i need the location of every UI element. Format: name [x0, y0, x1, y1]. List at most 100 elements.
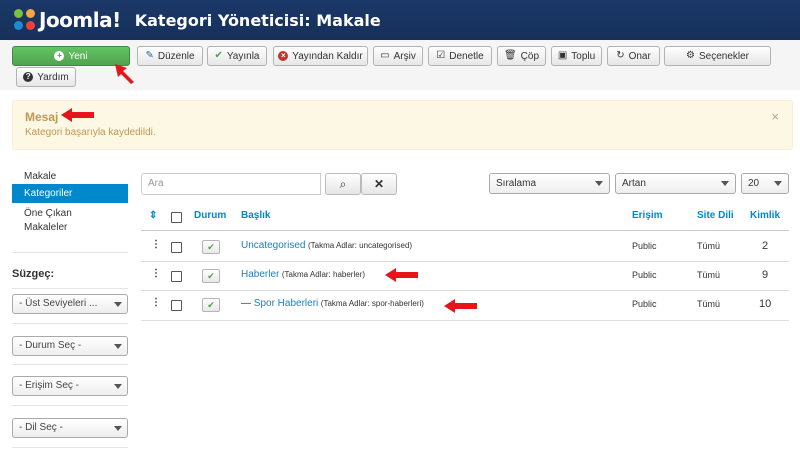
- sidebar-divider: [12, 252, 128, 253]
- category-title-link[interactable]: Haberler: [241, 269, 279, 280]
- checkbox-icon: ☑: [436, 50, 446, 61]
- search-button[interactable]: ⌕: [325, 173, 361, 195]
- help-icon: ?: [23, 72, 34, 82]
- filter-status-label: - Durum Seç -: [19, 340, 82, 351]
- row-checkbox[interactable]: [171, 271, 182, 282]
- table-row-title: Haberler (Takma Adlar: haberler): [241, 269, 365, 280]
- sort-select[interactable]: Sıralama: [489, 173, 610, 194]
- success-message: Mesaj Kategori başarıyla kaydedildi. ×: [12, 100, 793, 150]
- limit-select[interactable]: 20: [741, 173, 789, 194]
- level-indent: —: [241, 298, 254, 309]
- annotation-arrow-message: [61, 108, 94, 122]
- close-icon: ✕: [373, 177, 385, 191]
- archive-icon: ▭: [380, 50, 390, 61]
- column-id[interactable]: Kimlik: [750, 210, 780, 221]
- publish-button[interactable]: ✔ Yayınla: [207, 46, 267, 66]
- row-access: Public: [632, 270, 657, 280]
- plus-icon: +: [54, 51, 65, 61]
- close-icon[interactable]: ×: [771, 109, 779, 124]
- row-checkbox[interactable]: [171, 242, 182, 253]
- batch-button-label: Toplu: [571, 50, 596, 62]
- chevron-down-icon: [114, 426, 122, 431]
- filter-status-select[interactable]: - Durum Seç -: [12, 336, 128, 356]
- published-status-button[interactable]: ✔: [202, 269, 220, 283]
- filter-title: Süzgeç:: [12, 268, 55, 280]
- check-icon: ✔: [214, 50, 223, 61]
- column-title[interactable]: Başlık: [241, 210, 270, 221]
- batch-icon: ▣: [557, 50, 568, 61]
- category-alias: (Takma Adlar: uncategorised): [308, 241, 413, 250]
- row-language: Tümü: [697, 270, 721, 280]
- row-divider: [141, 261, 789, 262]
- column-language[interactable]: Site Dili: [697, 210, 734, 221]
- table-row-title: — Spor Haberleri (Takma Adlar: spor-habe…: [241, 298, 424, 309]
- sidebar-divider: [12, 447, 128, 448]
- published-status-button[interactable]: ✔: [202, 240, 220, 254]
- help-button[interactable]: ? Yardım: [16, 67, 76, 87]
- category-title-link[interactable]: Uncategorised: [241, 240, 305, 251]
- select-all-checkbox[interactable]: [171, 212, 182, 223]
- column-access[interactable]: Erişim: [632, 210, 663, 221]
- joomla-logo-icon: [14, 9, 36, 31]
- filter-language-select[interactable]: - Dil Seç -: [12, 418, 128, 438]
- trash-button[interactable]: 🗑 Çöp: [497, 46, 546, 66]
- archive-button[interactable]: ▭ Arşiv: [373, 46, 423, 66]
- chevron-down-icon: [114, 302, 122, 307]
- header-bar: Joomla! Kategori Yöneticisi: Makale: [0, 0, 800, 40]
- archive-button-label: Arşiv: [393, 50, 416, 62]
- filter-language-label: - Dil Seç -: [19, 422, 63, 433]
- checkin-button-label: Denetle: [449, 50, 484, 62]
- rebuild-button[interactable]: ↻ Onar: [607, 46, 660, 66]
- published-status-button[interactable]: ✔: [202, 298, 220, 312]
- row-divider: [141, 320, 789, 321]
- publish-button-label: Yayınla: [226, 50, 260, 62]
- sidebar-item-categories[interactable]: Kategoriler: [12, 184, 128, 203]
- sort-select-label: Sıralama: [496, 178, 537, 189]
- annotation-arrow-haberler: [385, 268, 418, 282]
- drag-handle-icon[interactable]: ⋮: [151, 239, 161, 250]
- drag-handle-icon[interactable]: ⋮: [151, 297, 161, 308]
- new-button-label: Yeni: [68, 50, 88, 62]
- joomla-logo[interactable]: Joomla!: [14, 0, 121, 40]
- sidebar-item-articles[interactable]: Makale: [12, 170, 128, 184]
- sidebar-divider: [12, 323, 128, 324]
- category-alias: (Takma Adlar: haberler): [281, 270, 366, 279]
- direction-select[interactable]: Artan: [615, 173, 736, 194]
- refresh-icon: ↻: [616, 50, 625, 61]
- annotation-arrow-spor: [444, 299, 477, 313]
- batch-button[interactable]: ▣ Toplu: [551, 46, 602, 66]
- clear-button[interactable]: ✕: [361, 173, 397, 195]
- filter-access-select[interactable]: - Erişim Seç -: [12, 376, 128, 396]
- checkin-button[interactable]: ☑ Denetle: [428, 46, 492, 66]
- row-checkbox[interactable]: [171, 300, 182, 311]
- chevron-down-icon: [114, 384, 122, 389]
- check-icon: ✔: [207, 300, 215, 310]
- edit-button-label: Düzenle: [157, 50, 195, 62]
- annotation-arrow-new: [115, 64, 134, 84]
- check-icon: ✔: [207, 242, 215, 252]
- trash-icon: 🗑: [503, 50, 517, 61]
- header-divider: [141, 230, 789, 231]
- chevron-down-icon: [595, 181, 603, 186]
- sidebar-item-featured[interactable]: Öne Çıkan Makaleler: [12, 207, 112, 235]
- chevron-down-icon: [774, 181, 782, 186]
- search-input[interactable]: Ara: [141, 173, 321, 195]
- message-text: Kategori başarıyla kaydedildi.: [25, 127, 156, 138]
- sidebar-divider: [12, 288, 128, 289]
- column-status[interactable]: Durum: [194, 210, 226, 221]
- filter-parent-select[interactable]: - Üst Seviyeleri ...: [12, 294, 128, 314]
- ordering-sort-icon[interactable]: ⇕: [149, 210, 157, 221]
- logo-text: Joomla!: [39, 8, 121, 32]
- check-icon: ✔: [207, 271, 215, 281]
- category-title-link[interactable]: Spor Haberleri: [254, 298, 318, 309]
- chevron-down-icon: [114, 344, 122, 349]
- table-row-title: Uncategorised (Takma Adlar: uncategorise…: [241, 240, 412, 251]
- sidebar-divider: [12, 405, 128, 406]
- edit-button[interactable]: ✎ Düzenle: [137, 46, 203, 66]
- row-language: Tümü: [697, 241, 721, 251]
- unpublish-icon: ×: [278, 51, 289, 61]
- unpublish-button[interactable]: × Yayından Kaldır: [273, 46, 368, 66]
- drag-handle-icon[interactable]: ⋮: [151, 268, 161, 279]
- row-access: Public: [632, 241, 657, 251]
- options-button[interactable]: ⚙ Seçenekler: [664, 46, 771, 66]
